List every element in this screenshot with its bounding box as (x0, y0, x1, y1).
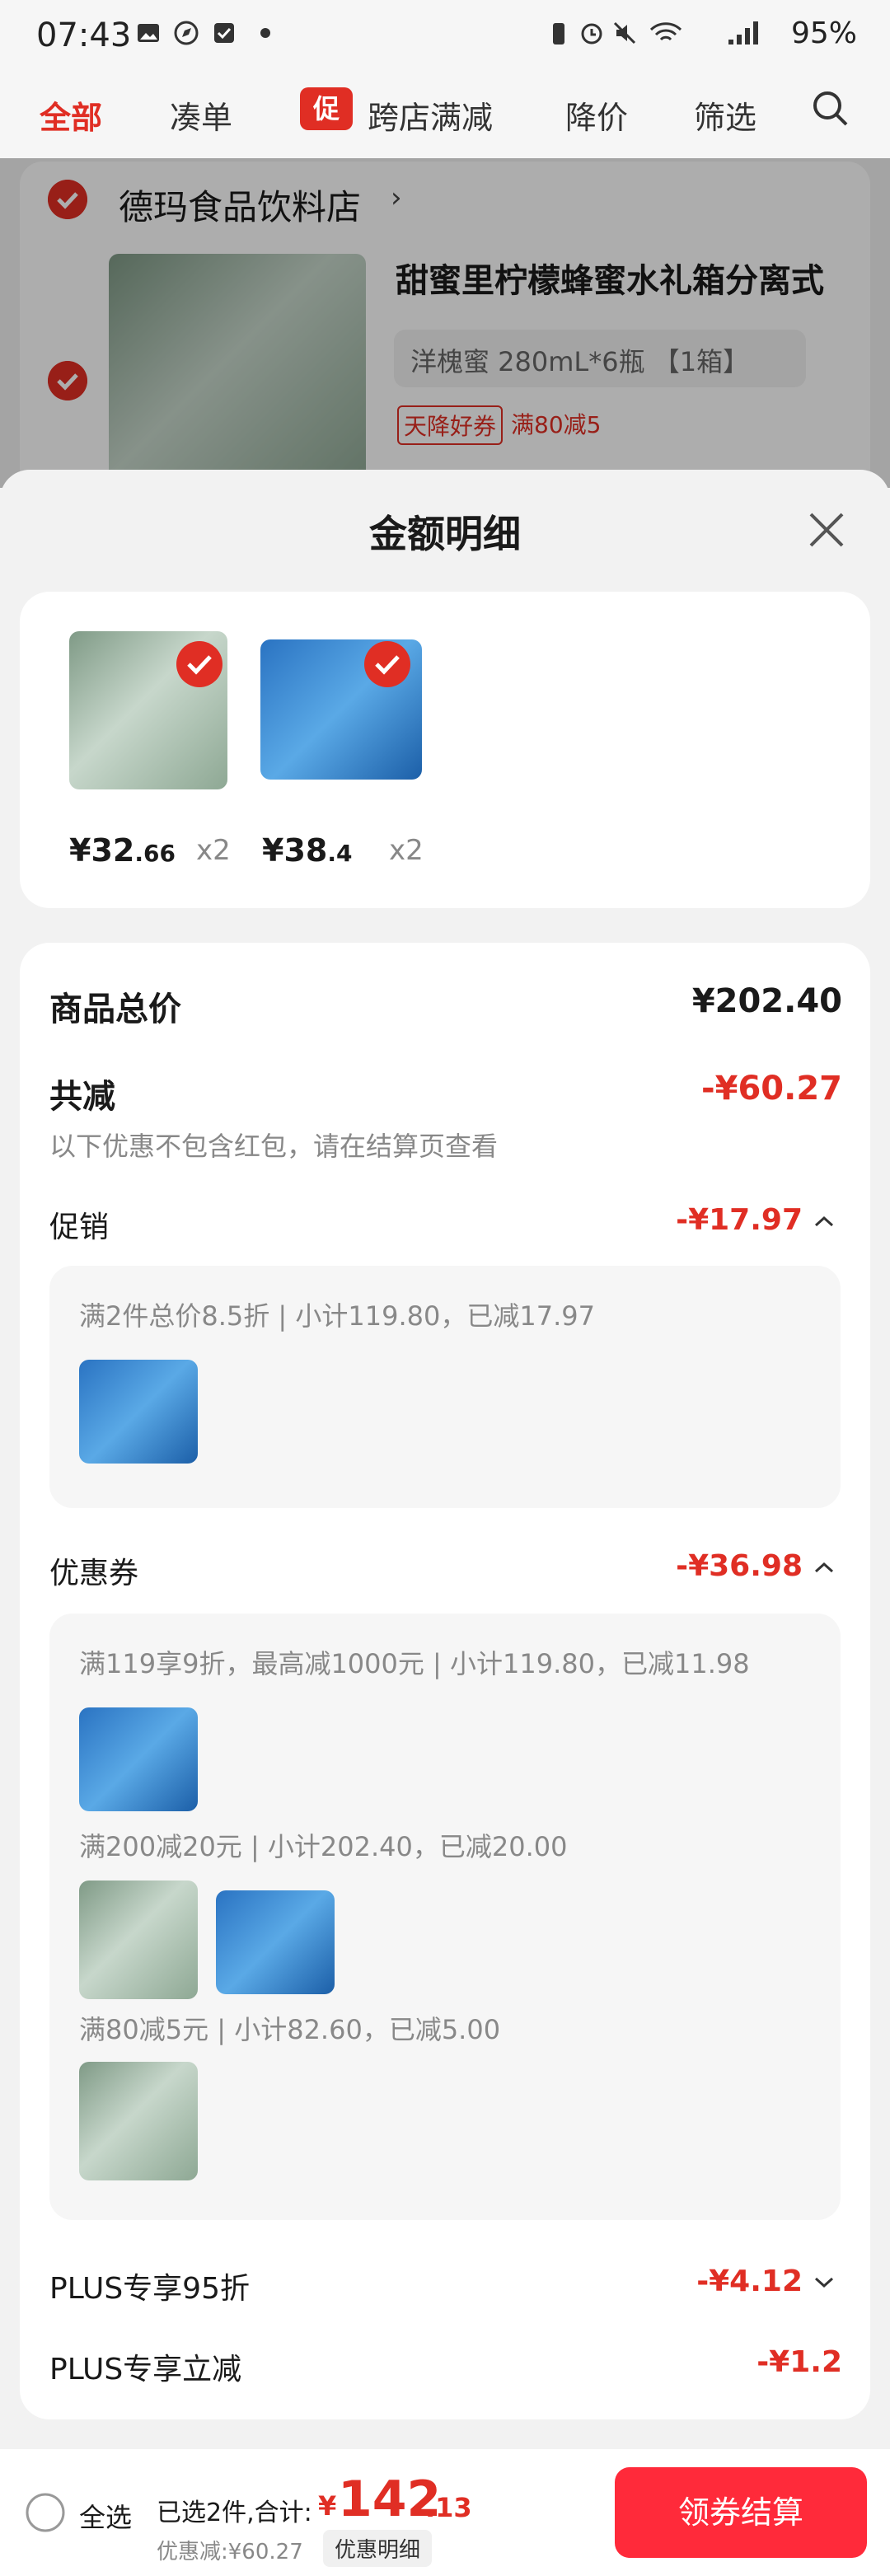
chevron-up-icon[interactable] (813, 1559, 836, 1576)
selected-summary: 已选2件,合计: (157, 2499, 312, 2527)
discount-summary: 优惠减:¥60.27 (157, 2540, 303, 2564)
item-qty: x2 (389, 834, 424, 867)
checkout-button[interactable]: 领券结算 (615, 2467, 867, 2558)
rule-thumb (216, 1890, 335, 1994)
total-symbol: ¥ (318, 2490, 337, 2522)
chevron-down-icon[interactable] (813, 2274, 836, 2291)
promo-rule: 满2件总价8.5折 | 小计119.80，已减17.97 (79, 1300, 595, 1332)
promo-value[interactable]: -¥17.97 (676, 1203, 803, 1237)
select-all-label[interactable]: 全选 (79, 2497, 132, 2535)
coupon-value[interactable]: -¥36.98 (676, 1549, 803, 1583)
sheet-title: 金额明细 (369, 512, 521, 556)
plus-discount-value[interactable]: -¥4.12 (696, 2265, 803, 2298)
coupon-label[interactable]: 优惠券 (49, 1549, 138, 1592)
reduce-label: 共减 (49, 1078, 115, 1116)
item-qty: x2 (196, 834, 231, 867)
reduce-value: -¥60.27 (701, 1070, 842, 1108)
promo-label[interactable]: 促销 (49, 1203, 109, 1246)
total-value: ¥202.40 (691, 982, 842, 1020)
coupon-rule: 满119享9折，最高减1000元 | 小计119.80，已减11.98 (79, 1648, 750, 1679)
close-icon[interactable] (806, 509, 847, 550)
coupon-rule: 满200减20元 | 小计202.40，已减20.00 (79, 1831, 568, 1862)
plus-reduce-value: -¥1.2 (756, 2345, 842, 2379)
rule-thumb (79, 1707, 198, 1811)
reduce-note: 以下优惠不包含红包，请在结算页查看 (49, 1131, 499, 1162)
rule-thumb (79, 1360, 198, 1464)
total-decimal: .13 (425, 2492, 472, 2523)
coupon-rule: 满80减5元 | 小计82.60，已减5.00 (79, 2014, 501, 2045)
rule-thumb (79, 2062, 198, 2180)
item-price: ¥32.66 (69, 832, 176, 869)
total-label: 商品总价 (49, 991, 181, 1028)
plus-reduce-label: PLUS专享立减 (49, 2353, 242, 2386)
select-all-checkbox[interactable] (25, 2492, 66, 2533)
selected-check-icon (176, 641, 222, 687)
discount-detail-button[interactable]: 优惠明细 (323, 2530, 433, 2567)
plus-discount-label[interactable]: PLUS专享95折 (49, 2265, 250, 2307)
item-price: ¥38.4 (262, 832, 353, 869)
rule-thumb (79, 1880, 198, 1999)
chevron-up-icon[interactable] (813, 1213, 836, 1229)
selected-check-icon (364, 641, 410, 687)
